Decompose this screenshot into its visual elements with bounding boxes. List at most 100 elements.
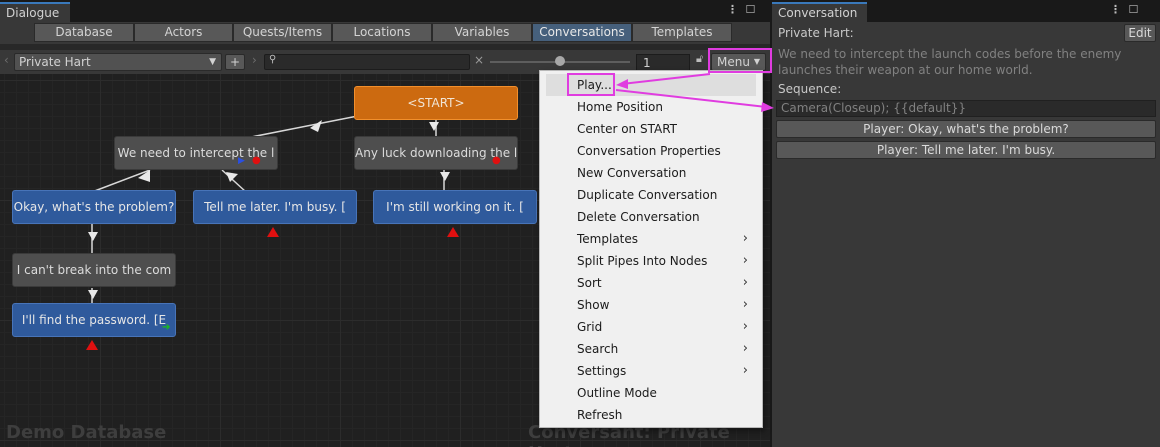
- menu-item-refresh[interactable]: Refresh: [546, 404, 756, 426]
- menu-item-search[interactable]: Search ›: [546, 338, 756, 360]
- submenu-arrow-icon: ›: [742, 319, 748, 334]
- link-arrow-down-icon: [88, 290, 98, 299]
- node-npc-cant-break[interactable]: I can't break into the com: [12, 253, 176, 287]
- speaker-label: Private Hart:: [778, 26, 854, 40]
- menu-item-duplicate-conversation[interactable]: Duplicate Conversation: [546, 184, 756, 206]
- tab-conversations[interactable]: Conversations: [532, 23, 632, 42]
- menu-item-label: Center on START: [577, 122, 677, 136]
- link-indicator-icon: ●: [252, 155, 261, 166]
- menu-item-grid[interactable]: Grid ›: [546, 316, 756, 338]
- link-arrow-down-icon: [440, 172, 450, 181]
- sequence-field[interactable]: Camera(Closeup); {{default}}: [776, 100, 1156, 117]
- conversation-window: Conversation ⋮ ☐ Private Hart: Edit We n…: [772, 0, 1160, 447]
- submenu-arrow-icon: ›: [742, 275, 748, 290]
- submenu-arrow-icon: ›: [742, 341, 748, 356]
- window-tab-strip: Conversation ⋮ ☐: [772, 0, 1160, 22]
- warning-triangle-icon: [447, 227, 459, 237]
- menu-item-label: Duplicate Conversation: [577, 188, 718, 202]
- tab-templates[interactable]: Templates: [632, 23, 732, 42]
- menu-item-label: Home Position: [577, 100, 663, 114]
- annotation-box-play: [567, 73, 615, 96]
- node-pc-still-working[interactable]: I'm still working on it. [: [373, 190, 537, 224]
- link-indicator-icon: ●: [492, 155, 501, 166]
- chevron-left-icon[interactable]: ‹: [4, 53, 9, 67]
- tab-quests-items[interactable]: Quests/Items: [233, 23, 332, 42]
- link-arrow: [310, 120, 322, 132]
- dialogue-text: We need to intercept the launch codes be…: [778, 47, 1122, 77]
- response-button-later[interactable]: Player: Tell me later. I'm busy.: [776, 141, 1156, 159]
- link-indicator-icon: ▶: [238, 156, 245, 166]
- link-node1-pc2: [221, 169, 247, 193]
- menu-item-label: New Conversation: [577, 166, 687, 180]
- tab-locations[interactable]: Locations: [332, 23, 432, 42]
- submenu-arrow-icon: ›: [742, 297, 748, 312]
- menu-item-outline-mode[interactable]: Outline Mode: [546, 382, 756, 404]
- menu-item-label: Search: [577, 342, 619, 356]
- sequence-label: Sequence:: [778, 82, 842, 96]
- chevron-right-icon[interactable]: ›: [252, 53, 257, 67]
- clear-search-icon[interactable]: ×: [474, 53, 484, 67]
- menu-item-conversation-properties[interactable]: Conversation Properties: [546, 140, 756, 162]
- menu-item-sort[interactable]: Sort ›: [546, 272, 756, 294]
- submenu-arrow-icon: ›: [742, 231, 748, 246]
- toolbar-tabs: Database Actors Quests/Items Locations V…: [0, 22, 770, 44]
- zoom-slider-handle[interactable]: [555, 56, 565, 66]
- tab-actors[interactable]: Actors: [134, 23, 233, 42]
- menu-item-templates[interactable]: Templates ›: [546, 228, 756, 250]
- submenu-arrow-icon: ›: [742, 253, 748, 268]
- menu-item-new-conversation[interactable]: New Conversation: [546, 162, 756, 184]
- menu-item-label: Split Pipes Into Nodes: [577, 254, 708, 268]
- add-conversation-button[interactable]: +: [225, 54, 245, 70]
- response-button-okay[interactable]: Player: Okay, what's the problem?: [776, 120, 1156, 138]
- tab-database[interactable]: Database: [34, 23, 134, 42]
- maximize-icon[interactable]: ☐: [746, 3, 758, 16]
- node-pc-find-password[interactable]: I'll find the password. [E: [12, 303, 176, 337]
- menu-item-label: Grid: [577, 320, 603, 334]
- kebab-menu-icon[interactable]: ⋮: [1110, 3, 1123, 16]
- warning-triangle-icon: [267, 227, 279, 237]
- menu-item-split-pipes[interactable]: Split Pipes Into Nodes ›: [546, 250, 756, 272]
- menu-item-label: Templates: [577, 232, 639, 246]
- menu-item-label: Settings: [577, 364, 627, 378]
- conversation-select[interactable]: Private Hart ▼: [14, 53, 222, 71]
- menu-item-label: Conversation Properties: [577, 144, 721, 158]
- kebab-menu-icon[interactable]: ⋮: [727, 3, 740, 16]
- link-arrow: [226, 172, 238, 182]
- node-pc-okay[interactable]: Okay, what's the problem?: [12, 190, 176, 224]
- submenu-arrow-icon: ›: [742, 363, 748, 378]
- window-tab-strip: Dialogue ⋮ ☐: [0, 0, 770, 22]
- lock-icon[interactable]: 🔓︎: [696, 52, 703, 66]
- window-controls: ⋮ ☐: [727, 3, 757, 16]
- conversation-window-tab[interactable]: Conversation: [772, 2, 867, 22]
- node-start[interactable]: <START>: [354, 86, 518, 120]
- link-arrow: [138, 170, 150, 182]
- window-controls: ⋮ ☐: [1110, 3, 1140, 16]
- annotation-box-menu: [708, 48, 772, 73]
- database-watermark: Demo Database: [6, 422, 167, 443]
- context-menu: Play... Home Position Center on START Co…: [539, 70, 763, 428]
- link-arrow-down-icon: [88, 232, 98, 241]
- link-indicator-icon: ➔: [162, 322, 171, 333]
- menu-item-show[interactable]: Show ›: [546, 294, 756, 316]
- node-pc-tell-me-later[interactable]: Tell me later. I'm busy. [: [193, 190, 357, 224]
- link-node1-pc1: [91, 169, 151, 193]
- tab-variables[interactable]: Variables: [432, 23, 532, 42]
- warning-triangle-icon: [86, 340, 98, 350]
- menu-item-home-position[interactable]: Home Position: [546, 96, 756, 118]
- menu-item-delete-conversation[interactable]: Delete Conversation: [546, 206, 756, 228]
- conversation-select-value: Private Hart: [19, 55, 91, 69]
- dropdown-arrow-icon: ▼: [209, 57, 216, 67]
- menu-item-settings[interactable]: Settings ›: [546, 360, 756, 382]
- menu-item-label: Refresh: [577, 408, 623, 422]
- search-input[interactable]: ⚲: [264, 54, 470, 70]
- link-arrow-down-icon: [429, 122, 439, 131]
- edit-button[interactable]: Edit: [1124, 24, 1156, 42]
- menu-item-label: Show: [577, 298, 610, 312]
- search-icon: ⚲: [269, 54, 277, 65]
- menu-item-label: Outline Mode: [577, 386, 657, 400]
- menu-item-center-on-start[interactable]: Center on START: [546, 118, 756, 140]
- maximize-icon[interactable]: ☐: [1129, 3, 1141, 16]
- menu-item-label: Delete Conversation: [577, 210, 700, 224]
- menu-item-label: Sort: [577, 276, 602, 290]
- dialogue-window-tab[interactable]: Dialogue: [0, 2, 70, 22]
